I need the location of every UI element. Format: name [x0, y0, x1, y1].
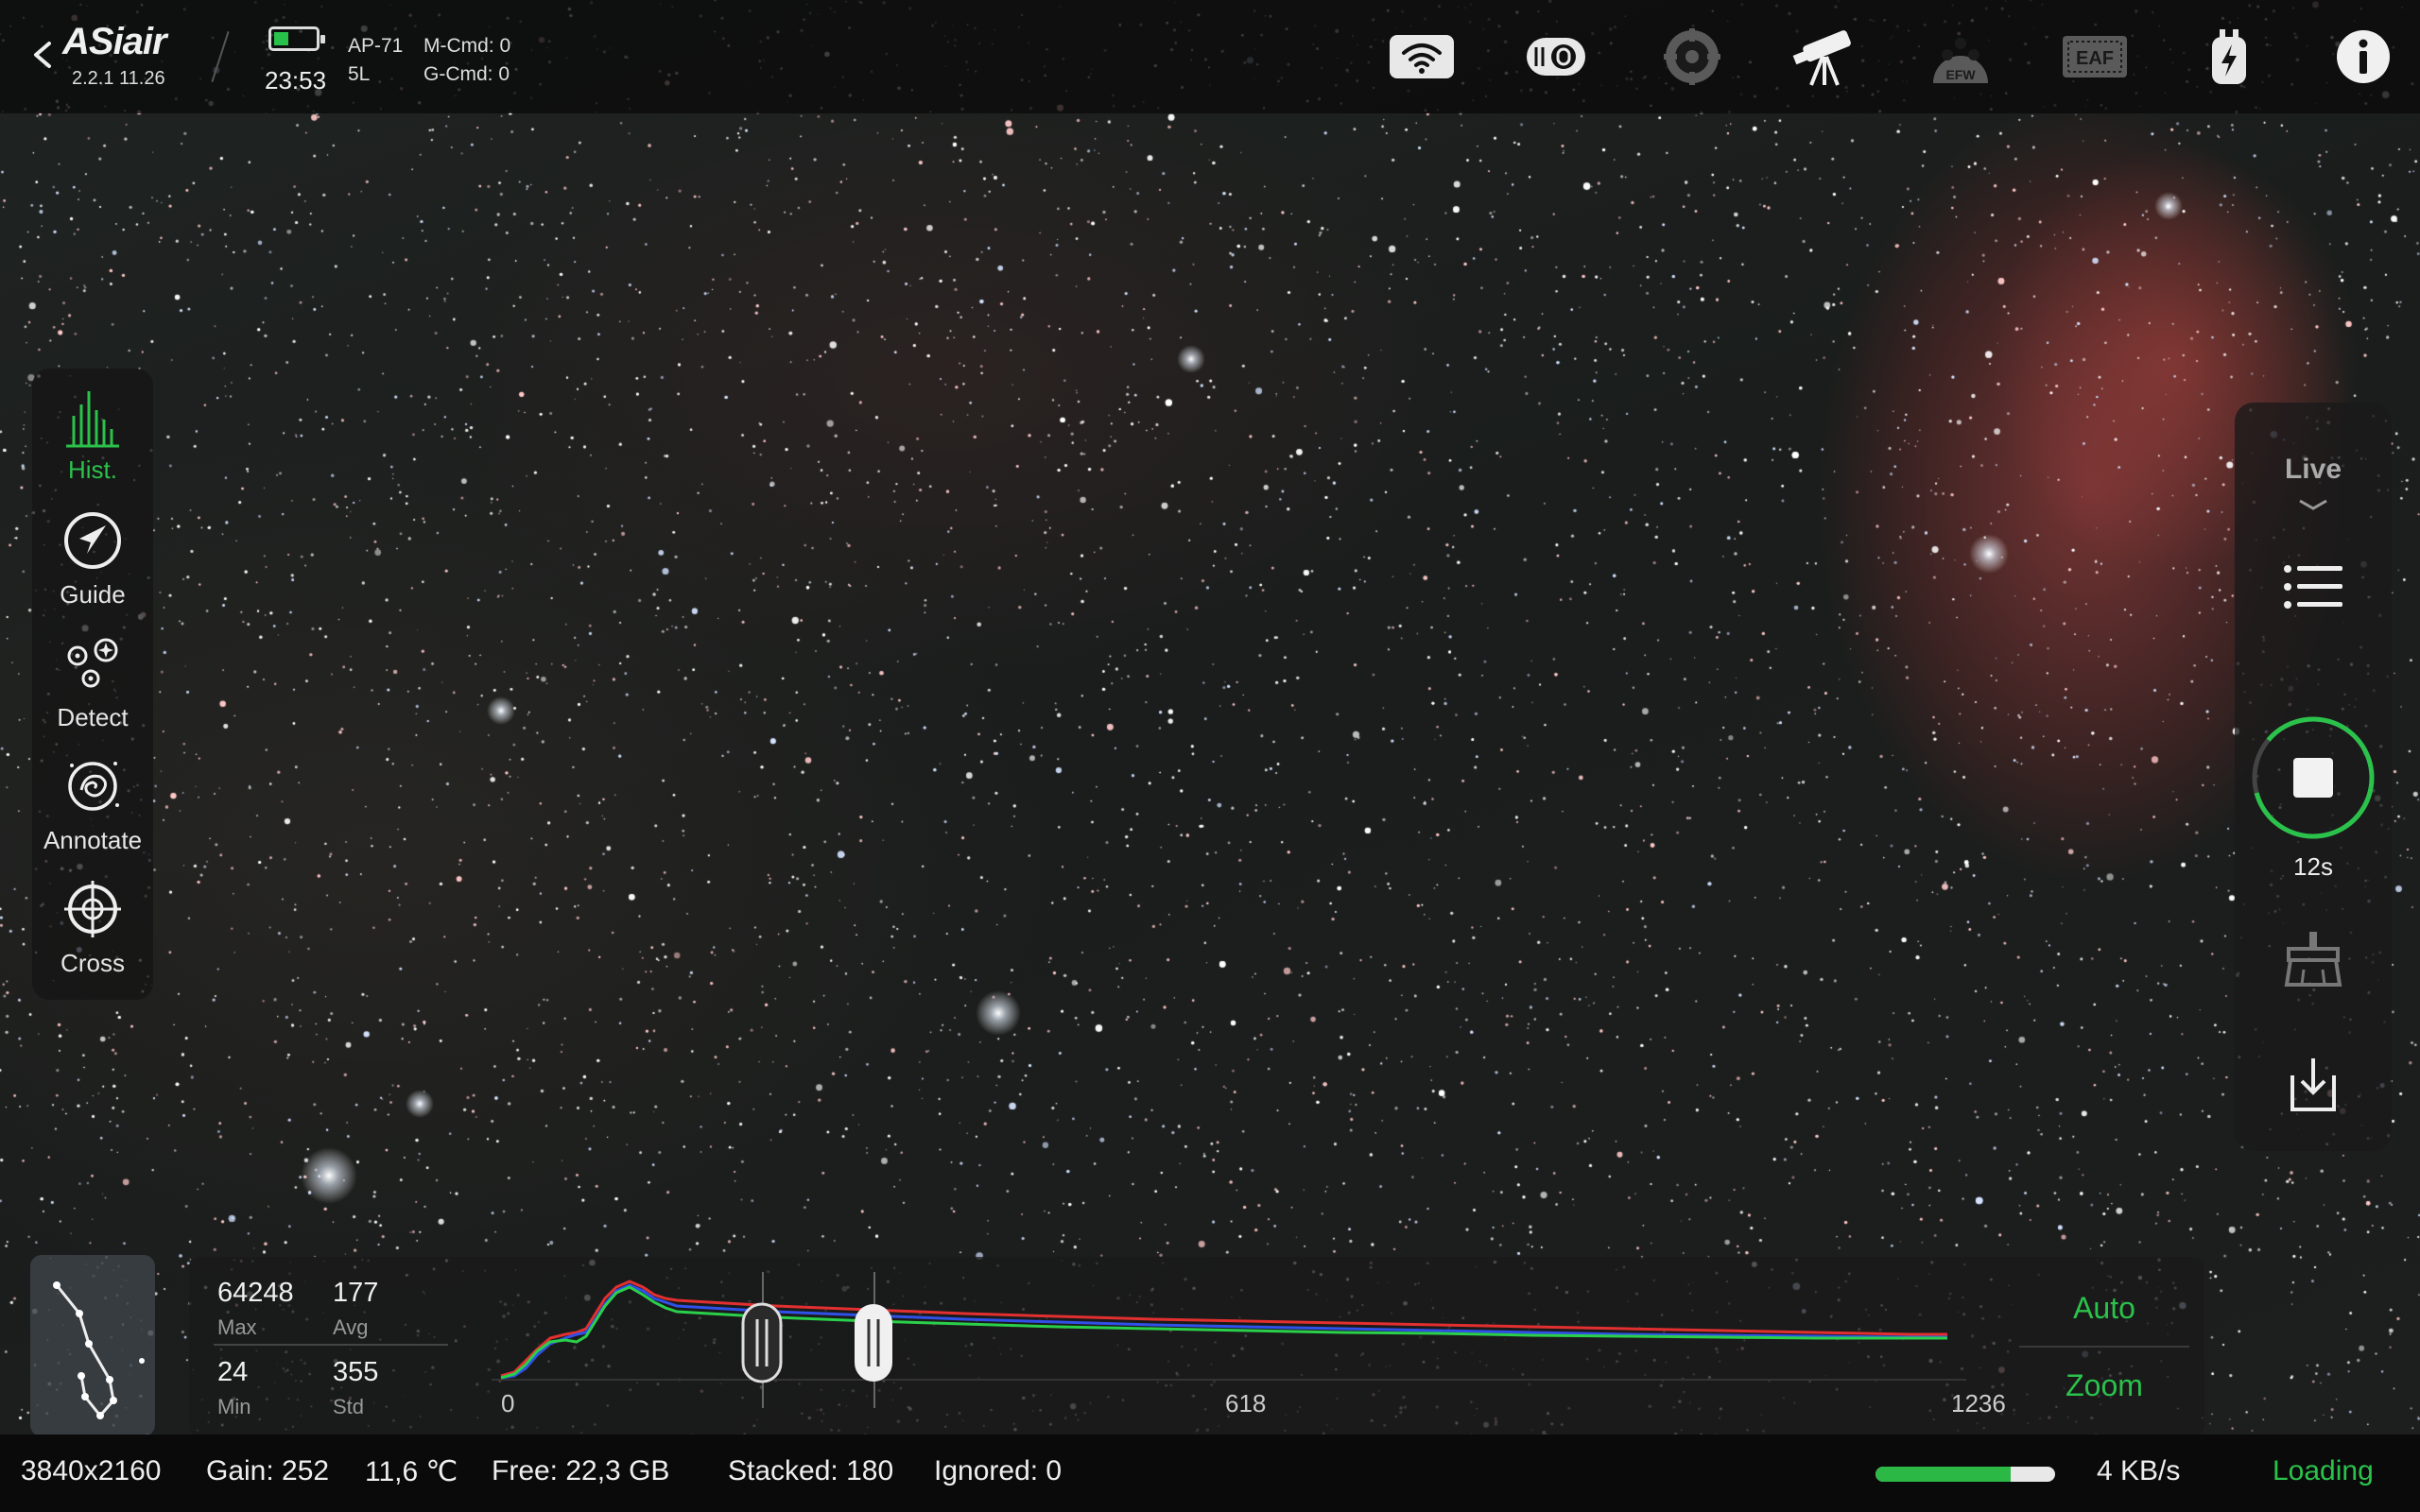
- constellation-map-button[interactable]: [30, 1255, 155, 1436]
- tool-detect-label: Detect: [57, 703, 129, 731]
- tool-guide-label: Guide: [60, 580, 126, 609]
- histogram-green-curve: [500, 1285, 1947, 1380]
- status-bar: 3840x2160 Gain: 252 11,6 ℃ Free: 22,3 GB…: [0, 1435, 2420, 1512]
- stat-min-label: Min: [217, 1395, 251, 1418]
- efw-text: EFW: [1945, 67, 1976, 82]
- tool-cross-label: Cross: [60, 949, 125, 977]
- galaxy-icon: [68, 762, 119, 811]
- clean-button[interactable]: [2235, 928, 2392, 988]
- stat-min-value: 24: [217, 1357, 249, 1387]
- device-info: AP-71 5L: [348, 32, 403, 89]
- tool-hist[interactable]: Hist.: [32, 369, 153, 491]
- histogram-panel: 64248 Max 177 Avg 24 Min 355 Std 0 618 1…: [189, 1257, 2204, 1436]
- status-ignored: Ignored: 0: [934, 1455, 1063, 1486]
- stat-std-label: Std: [333, 1395, 365, 1418]
- tool-annotate-label: Annotate: [43, 826, 143, 854]
- status-state: Loading: [2273, 1455, 2374, 1486]
- battery-icon: [268, 26, 325, 51]
- m-cmd-count: M-Cmd: 0: [424, 35, 511, 57]
- axis-label-start: 0: [501, 1389, 515, 1418]
- broom-icon: [2284, 932, 2342, 987]
- tool-annotate[interactable]: Annotate: [32, 747, 153, 869]
- axis-label-mid: 618: [1225, 1389, 1267, 1418]
- stat-std-value: 355: [333, 1357, 379, 1387]
- status-resolution: 3840x2160: [21, 1455, 162, 1486]
- constellation-icon: [53, 1281, 145, 1419]
- stat-avg-label: Avg: [333, 1315, 369, 1339]
- auto-stretch-button[interactable]: Auto: [2019, 1291, 2189, 1326]
- tool-detect[interactable]: Detect: [32, 624, 153, 747]
- capture-panel: Live 12s: [2235, 403, 2392, 1151]
- list-button[interactable]: [2235, 561, 2392, 612]
- tool-cross[interactable]: Cross: [32, 869, 153, 992]
- status-free-space: Free: 22,3 GB: [492, 1455, 670, 1486]
- camera-icon[interactable]: [1522, 25, 1590, 89]
- back-icon[interactable]: [26, 36, 59, 74]
- app-logo: ASiair: [62, 21, 167, 62]
- g-cmd-count: G-Cmd: 0: [424, 63, 510, 85]
- stop-icon: [2252, 716, 2375, 839]
- axis-label-end: 1236: [1951, 1389, 2006, 1418]
- power-icon[interactable]: [2195, 25, 2263, 89]
- command-counters: M-Cmd: 0 G-Cmd: 0: [424, 32, 510, 89]
- guide-icon: [64, 512, 121, 569]
- exposure-time: 12s: [2293, 852, 2333, 881]
- tool-guide[interactable]: Guide: [32, 501, 153, 624]
- top-bar: ASiair 2.2.1 11.26 23:53 AP-71 5L M-Cmd:…: [0, 0, 2420, 113]
- wifi-icon[interactable]: [1388, 25, 1456, 89]
- star-detect-icon: [67, 638, 118, 688]
- save-button[interactable]: [2235, 1055, 2392, 1115]
- download-progress-bar: [1876, 1467, 2055, 1482]
- black-point-handle[interactable]: [741, 1302, 783, 1383]
- stat-max-label: Max: [217, 1315, 257, 1339]
- status-speed: 4 KB/s: [2097, 1455, 2181, 1486]
- info-icon[interactable]: [2329, 25, 2397, 89]
- list-icon: [2284, 565, 2342, 609]
- focuser-icon[interactable]: EAF: [2061, 25, 2129, 89]
- histogram-icon: [66, 391, 119, 448]
- eaf-text: EAF: [2076, 48, 2114, 69]
- stop-button[interactable]: [2235, 714, 2392, 841]
- guide-scope-icon[interactable]: [1658, 25, 1726, 89]
- midtone-handle[interactable]: [855, 1304, 892, 1382]
- stat-avg-value: 177: [333, 1278, 379, 1308]
- tool-panel: Hist. Guide Detect Annotate Cross: [32, 369, 153, 1000]
- filter-wheel-icon[interactable]: EFW: [1927, 25, 1995, 89]
- zoom-button[interactable]: Zoom: [2019, 1368, 2189, 1403]
- status-gain: Gain: 252: [206, 1455, 330, 1486]
- button-divider: [2019, 1346, 2189, 1348]
- status-stacked: Stacked: 180: [728, 1455, 894, 1486]
- telescope-icon[interactable]: [1790, 25, 1858, 89]
- mode-label[interactable]: Live: [2235, 454, 2392, 486]
- stat-divider: [214, 1344, 448, 1346]
- download-icon: [2290, 1058, 2336, 1111]
- divider: [211, 31, 230, 82]
- device-model: AP-71: [348, 35, 404, 57]
- chevron-down-icon[interactable]: [2294, 497, 2332, 514]
- clock: 23:53: [265, 66, 327, 94]
- tool-hist-label: Hist.: [68, 455, 117, 484]
- app-version: 2.2.1 11.26: [72, 68, 165, 89]
- device-subline: 5L: [348, 63, 371, 85]
- stat-max-value: 64248: [217, 1278, 294, 1308]
- status-temperature: 11,6 ℃: [365, 1456, 458, 1487]
- crosshair-icon: [64, 881, 121, 937]
